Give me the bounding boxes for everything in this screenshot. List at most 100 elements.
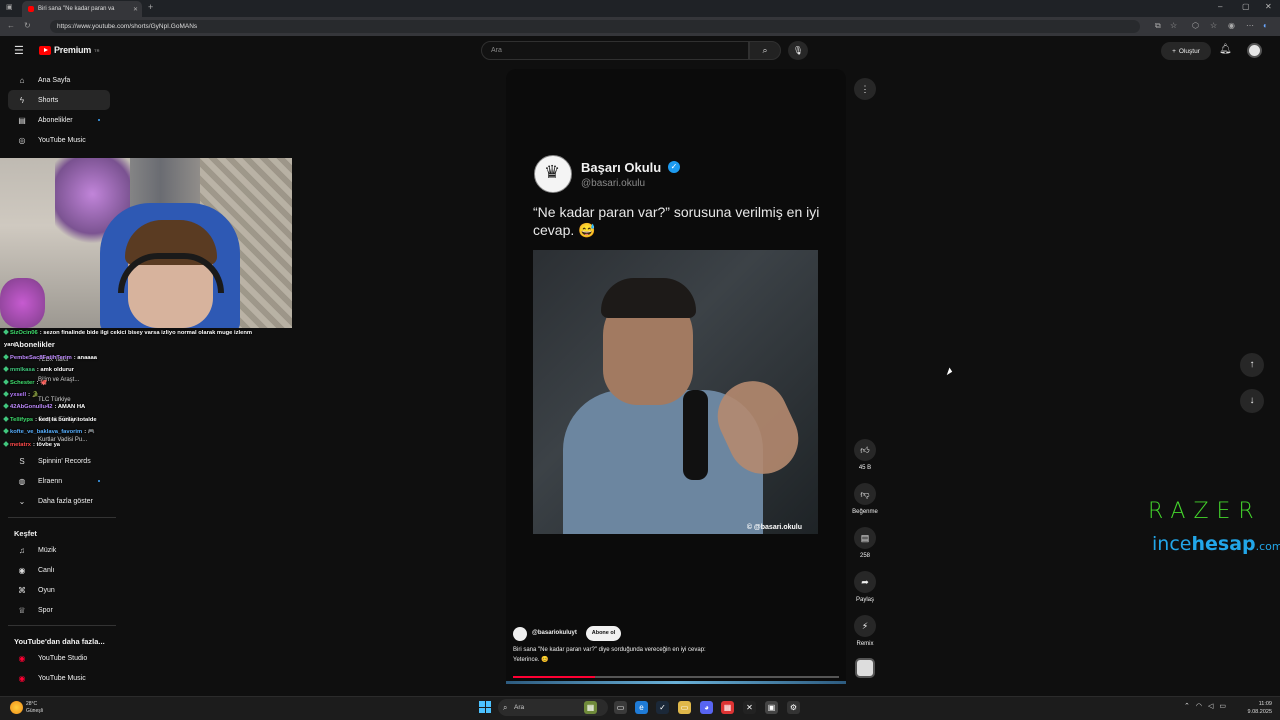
- sidebar-item-label: YouTube Music: [38, 674, 86, 682]
- comments-button[interactable]: ▤ 258: [853, 527, 877, 559]
- remix-label: Remix: [856, 641, 874, 647]
- razer-logo: RAZER: [1148, 499, 1262, 524]
- search-input[interactable]: Ara: [481, 41, 749, 60]
- brand-country: TR: [94, 47, 100, 53]
- close-window-icon[interactable]: ✕: [1265, 2, 1272, 11]
- sidebar-item-youtube-music-2[interactable]: ◉ YouTube Music: [8, 668, 110, 688]
- task-view-icon[interactable]: ▭: [614, 701, 627, 714]
- new-tab-button[interactable]: +: [148, 2, 153, 12]
- sidebar-item-youtube-studio[interactable]: ◉ YouTube Studio: [8, 648, 110, 668]
- favorites-icon[interactable]: ☆: [1210, 21, 1217, 30]
- subscribe-button[interactable]: Abone ol: [586, 626, 621, 641]
- create-button[interactable]: + Oluştur: [1161, 42, 1211, 60]
- settings-gear-icon[interactable]: ⚙: [787, 701, 800, 714]
- widget-app-icon[interactable]: ▦: [584, 701, 597, 714]
- search-button[interactable]: ⌕: [749, 41, 781, 60]
- url-input[interactable]: https://www.youtube.com/shorts/GyNpI.GoM…: [50, 20, 1140, 33]
- channel-avatar[interactable]: [513, 627, 527, 641]
- app-icon[interactable]: ▦: [721, 701, 734, 714]
- chat-username: Schester: [10, 379, 35, 386]
- next-short-button[interactable]: ↓: [1240, 389, 1264, 413]
- sidebar-item-sports[interactable]: ♕ Spor: [8, 600, 110, 620]
- chat-text: : amk oldurur: [36, 367, 74, 374]
- taskbar-clock[interactable]: 11:09 9.08.2025: [1240, 700, 1272, 716]
- shorts-video-player[interactable]: Başarı Okulu ✓ @basari.okulu “Ne kadar p…: [506, 69, 846, 684]
- steam-icon[interactable]: ✓: [656, 701, 669, 714]
- chat-text: : 🐊: [28, 392, 39, 399]
- progress-fill: [513, 676, 595, 678]
- channel-name[interactable]: @basariokuluyt: [532, 630, 577, 636]
- music-note-icon: ♫: [19, 545, 25, 555]
- sidebar-item-label: Abonelikler: [38, 116, 73, 124]
- incehesap-logo: incehesap.com: [1152, 533, 1280, 555]
- sidebar-item-music[interactable]: ♫ Müzik: [8, 540, 110, 560]
- copilot-icon[interactable]: ◐: [1263, 21, 1268, 30]
- extension-icon[interactable]: ⬡: [1192, 21, 1199, 30]
- system-tray[interactable]: ⌃◠◁▭: [1184, 702, 1232, 710]
- live-dot: [98, 480, 100, 482]
- chat-message: kofte_ve_baklava_favorim: 🎮: [0, 426, 290, 438]
- chat-text: : kedi la bunlar totalde: [35, 416, 97, 423]
- remix-button[interactable]: ⚡︎ Remix: [853, 615, 877, 647]
- spinnin-avatar-icon: S: [19, 456, 25, 466]
- post-avatar: [534, 155, 572, 193]
- chat-username: PembeSac8FatihTerim: [10, 354, 72, 361]
- close-tab-icon[interactable]: ✕: [133, 6, 138, 13]
- reload-icon[interactable]: ↻: [24, 21, 31, 30]
- sidebar-item-subscriptions[interactable]: ▤ Abonelikler: [8, 110, 110, 130]
- sidebar-item-spinnin[interactable]: S Spinnin' Records: [8, 451, 110, 471]
- sidebar-item-label: Spor: [38, 606, 53, 614]
- epic-games-icon[interactable]: ✕: [743, 701, 756, 714]
- tab-actions-icon[interactable]: ▣: [6, 3, 13, 11]
- chat-username: mmlkasa: [10, 367, 35, 374]
- sun-icon[interactable]: [10, 701, 23, 714]
- minimize-icon[interactable]: –: [1218, 2, 1222, 11]
- more-options-button[interactable]: ⋮: [854, 78, 876, 100]
- account-avatar[interactable]: [1247, 43, 1262, 58]
- notifications-bell-icon[interactable]: 🔔︎: [1219, 44, 1232, 55]
- stream-chat-overlay: SizOcin06: sezon finalinde bide ilgi cek…: [0, 327, 290, 451]
- post-author-handle: @basari.okulu: [581, 178, 646, 189]
- app-icon[interactable]: ▣: [765, 701, 778, 714]
- volume-icon: ◁: [1207, 703, 1220, 710]
- weather-widget[interactable]: 28°C Güneşli: [26, 701, 43, 715]
- back-icon[interactable]: ←: [7, 21, 15, 30]
- youtube-favicon-icon: [28, 6, 34, 12]
- previous-short-button[interactable]: ↑: [1240, 353, 1264, 377]
- plus-icon: +: [1172, 47, 1176, 55]
- share-button[interactable]: ➦ Paylaş: [853, 571, 877, 603]
- sidebar-item-elraenn[interactable]: ◍ Elraenn: [8, 471, 110, 491]
- bookmark-star-icon[interactable]: ☆: [1170, 21, 1177, 30]
- dislike-button[interactable]: 👎︎ Beğenme: [852, 483, 878, 515]
- file-explorer-icon[interactable]: ▭: [678, 701, 691, 714]
- chat-badge-icon: [3, 428, 9, 435]
- sidebar-item-home[interactable]: ⌂ Ana Sayfa: [8, 70, 110, 90]
- hamburger-menu-icon[interactable]: ☰: [14, 44, 24, 57]
- browser-menu-icon[interactable]: ⋯: [1246, 21, 1254, 30]
- browser-tab[interactable]: Biri sana "Ne kadar paran va ✕: [22, 1, 142, 17]
- edge-icon[interactable]: e: [635, 701, 648, 714]
- video-progress-bar[interactable]: [513, 676, 839, 678]
- like-button[interactable]: 👍︎ 45 B: [853, 439, 877, 471]
- description-line: Biri sana "Ne kadar paran var?" diye sor…: [513, 647, 706, 653]
- maximize-icon[interactable]: ▢: [1242, 2, 1250, 11]
- youtube-studio-icon: ◉: [18, 653, 26, 663]
- sidebar-item-gaming[interactable]: ⌘ Oyun: [8, 580, 110, 600]
- install-icon[interactable]: ⧉: [1155, 21, 1161, 31]
- youtube-logo[interactable]: Premium TR: [39, 45, 99, 55]
- windows-start-icon[interactable]: [479, 701, 491, 713]
- sidebar-show-more[interactable]: ⌄ Daha fazla göster: [8, 491, 110, 511]
- discord-icon[interactable]: ◕: [700, 701, 713, 714]
- verified-badge-icon: ✓: [668, 161, 680, 173]
- sidebar-item-live[interactable]: ◉ Canlı: [8, 560, 110, 580]
- profile-icon[interactable]: ◉: [1228, 21, 1235, 30]
- voice-search-button[interactable]: 🎙: [788, 41, 808, 60]
- sidebar-item-youtube-music[interactable]: ◎ YouTube Music: [8, 130, 110, 150]
- audio-source-thumbnail[interactable]: [855, 658, 875, 678]
- chat-badge-icon: [3, 416, 9, 422]
- sidebar-item-shorts[interactable]: ϟ Shorts: [8, 90, 110, 110]
- chat-text: : sezon finalinde bide ilgi cekici bisey…: [39, 330, 253, 336]
- like-count: 45 B: [858, 465, 872, 471]
- logo-part: .com: [1255, 540, 1280, 553]
- chat-badge-icon: [3, 353, 9, 360]
